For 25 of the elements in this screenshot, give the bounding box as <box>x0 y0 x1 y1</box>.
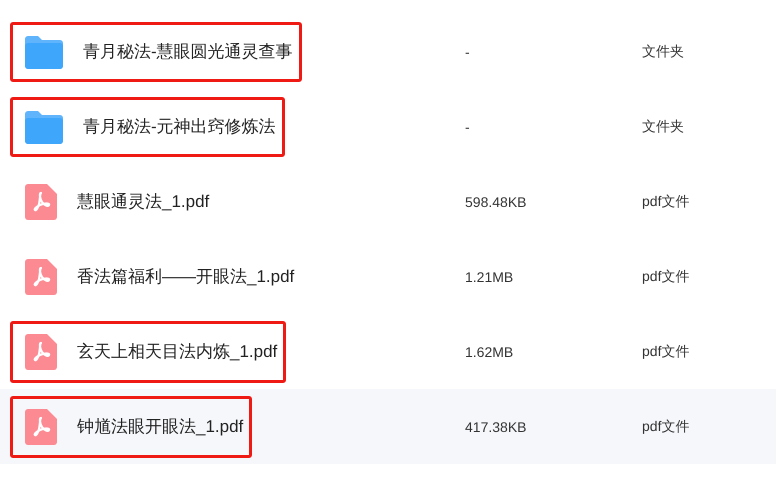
file-size: 598.48KB <box>464 194 528 210</box>
pdf-icon <box>25 184 57 220</box>
file-type: pdf文件 <box>642 342 690 360</box>
folder-icon <box>25 110 63 144</box>
file-row[interactable]: 钟馗法眼开眼法_1.pdf 417.38KB pdf文件 <box>0 389 776 464</box>
file-size: 1.62MB <box>464 344 514 360</box>
file-name[interactable]: 青月秘法-慧眼圆光通灵查事 <box>83 40 293 63</box>
file-name[interactable]: 青月秘法-元神出窍修炼法 <box>83 115 276 138</box>
file-name[interactable]: 钟馗法眼开眼法_1.pdf <box>77 415 244 438</box>
file-type: pdf文件 <box>642 192 690 210</box>
file-type: 文件夹 <box>642 118 684 136</box>
file-name[interactable]: 慧眼通灵法_1.pdf <box>77 190 210 213</box>
pdf-icon <box>25 408 57 444</box>
file-size: 1.21MB <box>464 268 514 284</box>
file-type: 文件夹 <box>642 42 684 60</box>
file-size: - <box>464 44 471 60</box>
file-type: pdf文件 <box>642 268 690 286</box>
file-name[interactable]: 玄天上相天目法内炼_1.pdf <box>77 340 278 363</box>
folder-icon <box>25 34 63 68</box>
file-type: pdf文件 <box>642 418 690 436</box>
file-name[interactable]: 香法篇福利——开眼法_1.pdf <box>77 265 294 288</box>
file-size: 417.38KB <box>464 418 528 434</box>
pdf-icon <box>25 334 57 370</box>
file-size: - <box>464 118 471 134</box>
pdf-icon <box>25 258 57 294</box>
